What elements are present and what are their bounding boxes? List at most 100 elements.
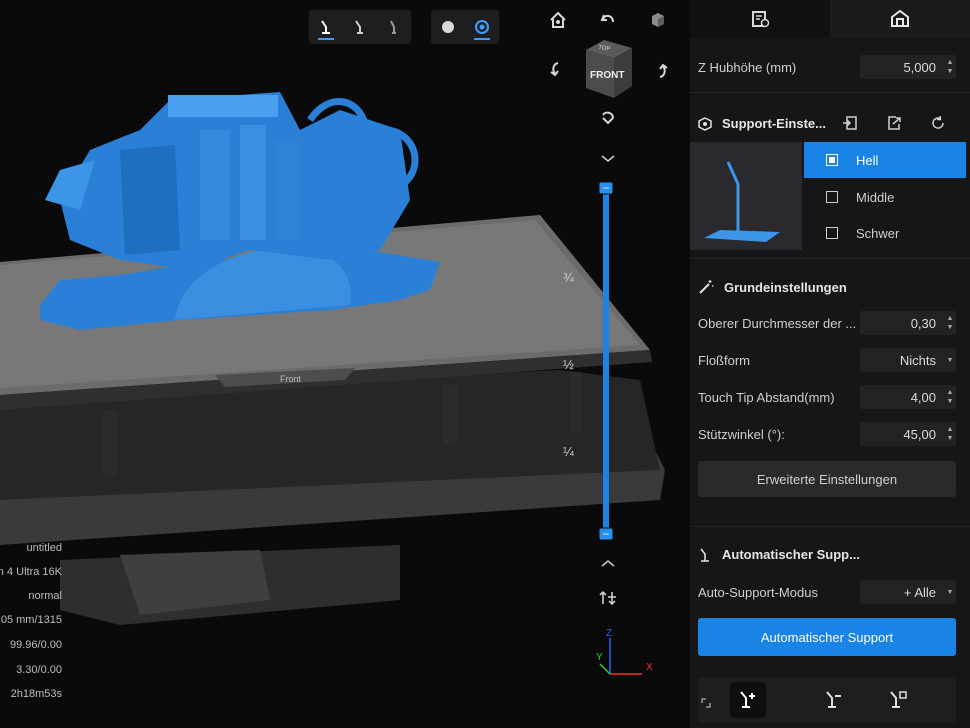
touch-tip-stepper[interactable]: ▲ ▼	[944, 385, 956, 409]
axis-x-label: X	[646, 662, 653, 673]
info-weight: 3.30/0.00	[16, 664, 62, 676]
export-preset-icon[interactable]	[886, 115, 902, 131]
add-support-icon	[740, 691, 755, 708]
auto-support-mode-label: Auto-Support-Modus	[698, 584, 818, 600]
layer-range-icon	[599, 590, 616, 606]
print-settings-icon	[752, 11, 770, 28]
info-file-name: untitled	[26, 542, 62, 554]
3d-viewport[interactable]: Front TOP FRONT ¾ ½ ¼ Z X Y untitled n 4…	[0, 0, 690, 728]
raft-shape-select[interactable]: Nichts ▼	[860, 348, 956, 372]
support-preview-image	[690, 142, 802, 250]
support-angle-value: 45,00	[903, 426, 936, 442]
3d-model	[40, 92, 440, 330]
rotate-right-icon	[659, 63, 668, 78]
solid-view-button[interactable]	[431, 10, 465, 44]
support-angle-row: Stützwinkel (°): 45,00 ▲ ▼	[698, 422, 956, 446]
z-lift-row: Z Hubhöhe (mm) 5,000 ▲ ▼	[698, 55, 956, 79]
plate-front-label: Front	[280, 374, 302, 384]
auto-support-mode-value: + Alle	[903, 584, 936, 600]
auto-support-mode-row: Auto-Support-Modus + Alle ▼	[698, 580, 956, 604]
settings-panel: Z Hubhöhe (mm) 5,000 ▲ ▼ Support-Einste..…	[690, 0, 970, 728]
support-icon	[700, 548, 709, 562]
raft-shape-label: Floßform	[698, 352, 750, 368]
info-print-time: 2h18m53s	[10, 688, 62, 700]
rotate-down-button[interactable]	[594, 104, 622, 132]
view-cube[interactable]: TOP FRONT	[580, 38, 638, 102]
preset-middle[interactable]: Middle	[804, 179, 966, 215]
add-support-button[interactable]	[730, 682, 766, 718]
rotate-right-button[interactable]	[646, 56, 674, 84]
support-settings-header: Support-Einste...	[698, 116, 826, 131]
raft-shape-row: Floßform Nichts ▼	[698, 348, 956, 372]
info-volume: 99.96/0.00	[10, 639, 62, 651]
chevron-down-icon: ▼	[946, 588, 954, 596]
basic-settings-title: Grundeinstellungen	[724, 279, 847, 295]
support-angle-stepper[interactable]: ▲ ▼	[944, 422, 956, 446]
xray-view-button[interactable]	[465, 10, 499, 44]
support-tools-group	[309, 10, 411, 44]
panel-tabs	[690, 0, 970, 38]
chevron-down-icon: ▼	[946, 356, 954, 364]
scale-label-1-2: ½	[563, 357, 574, 372]
undo-view-button[interactable]	[594, 6, 622, 34]
top-diameter-value: 0,30	[910, 315, 936, 331]
support-tool-2-button[interactable]	[343, 10, 377, 44]
divider	[690, 258, 970, 259]
support-tool-3-button[interactable]	[377, 10, 411, 44]
support-edit-toolbar	[698, 678, 956, 722]
layer-slider[interactable]	[590, 148, 626, 578]
axis-y-label: Y	[596, 652, 603, 663]
auto-support-button[interactable]: Automatischer Support	[698, 618, 956, 656]
touch-tip-row: Touch Tip Abstand(mm) 4,00 ▲ ▼	[698, 385, 956, 409]
edit-support-button[interactable]	[880, 682, 916, 718]
remove-support-icon	[826, 691, 841, 708]
home-icon	[550, 11, 566, 28]
auto-support-header: Automatischer Supp...	[698, 547, 860, 562]
tab-print-settings[interactable]	[690, 0, 830, 38]
support-angle-label: Stützwinkel (°):	[698, 426, 785, 442]
printer-scene: Front	[0, 92, 665, 625]
z-lift-field[interactable]: 5,000 ▲ ▼	[860, 55, 956, 79]
xray-view-icon	[475, 20, 489, 34]
solid-view-icon	[442, 21, 454, 33]
z-lift-value: 5,000	[903, 59, 936, 75]
remove-support-button[interactable]	[816, 682, 852, 718]
z-lift-stepper[interactable]: ▲ ▼	[944, 55, 956, 79]
layer-range-button[interactable]	[594, 584, 622, 612]
tab-support-settings[interactable]	[830, 0, 970, 38]
support-settings-title: Support-Einste...	[722, 116, 826, 131]
preset-middle-label: Middle	[856, 189, 895, 205]
rotate-left-icon	[550, 62, 559, 77]
rotate-down-icon	[602, 111, 614, 125]
touch-tip-field[interactable]: 4,00 ▲ ▼	[860, 385, 956, 409]
z-lift-label: Z Hubhöhe (mm)	[698, 59, 797, 75]
preset-hell[interactable]: Hell	[804, 142, 966, 178]
top-diameter-stepper[interactable]: ▲ ▼	[944, 311, 956, 335]
info-printer: n 4 Ultra 16K	[0, 566, 62, 578]
support-tool-1-button[interactable]	[309, 10, 343, 44]
hexagon-icon	[698, 116, 712, 131]
preset-schwer[interactable]: Schwer	[804, 215, 966, 251]
import-preset-icon[interactable]	[842, 115, 858, 131]
top-diameter-field[interactable]: 0,30 ▲ ▼	[860, 311, 956, 335]
auto-support-mode-select[interactable]: + Alle ▼	[860, 580, 956, 604]
iso-view-button[interactable]	[644, 6, 672, 34]
preset-hell-label: Hell	[856, 152, 879, 168]
advanced-settings-button[interactable]: Erweiterte Einstellungen	[698, 461, 956, 497]
render-mode-group	[431, 10, 499, 44]
touch-tip-label: Touch Tip Abstand(mm)	[698, 389, 835, 405]
auto-support-title: Automatischer Supp...	[722, 547, 860, 562]
support-tool-3-icon	[390, 20, 396, 34]
cube-icon	[652, 13, 664, 27]
rotate-left-button[interactable]	[544, 56, 572, 84]
collapse-icon[interactable]	[700, 697, 712, 709]
home-view-button[interactable]	[544, 6, 572, 34]
support-angle-field[interactable]: 45,00 ▲ ▼	[860, 422, 956, 446]
info-layer: 05 mm/1315	[0, 614, 62, 626]
view-cube-front-label: FRONT	[590, 70, 624, 81]
reset-icon[interactable]	[930, 115, 946, 131]
undo-icon	[600, 14, 614, 23]
basic-settings-header: Grundeinstellungen	[698, 279, 847, 295]
axis-gizmo: Z X Y	[596, 628, 653, 675]
support-tool-2-icon	[355, 20, 363, 34]
